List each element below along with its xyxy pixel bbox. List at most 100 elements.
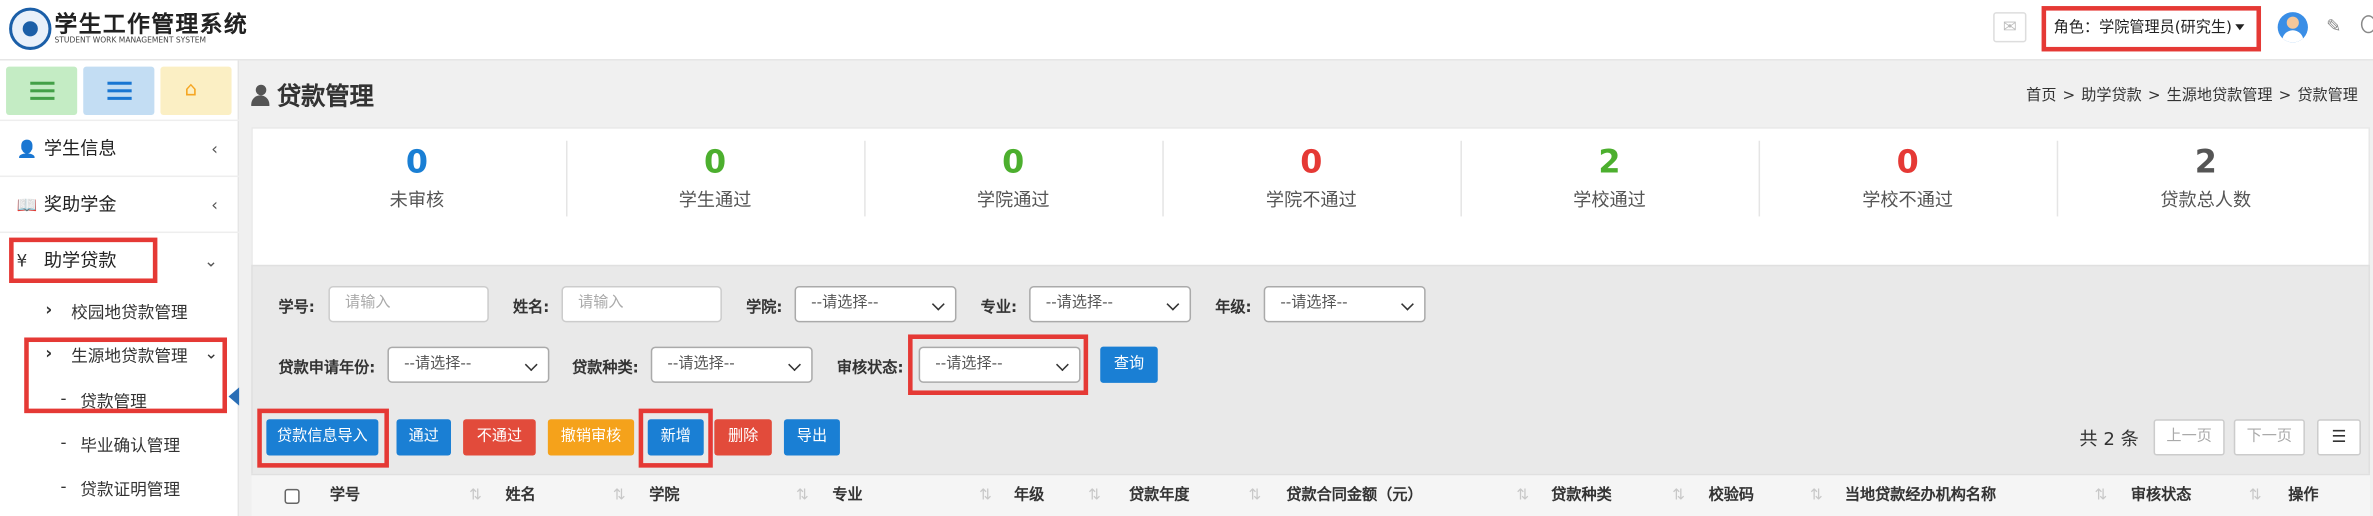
major-select[interactable]: --请选择-- [1029,286,1192,323]
sidebar-collapse-button[interactable] [6,66,78,116]
info-icon[interactable] [2360,15,2373,34]
stat-total[interactable]: 2 贷款总人数 [2057,138,2355,214]
college-label: 学院: [746,299,783,317]
loan-year-label: 贷款申请年份: [278,360,376,377]
sidebar-list-button[interactable] [83,66,155,116]
stat-label: 学生通过 [678,189,752,211]
sort-icon[interactable]: ⇅ [1672,488,1685,504]
grade-label: 年级: [1215,299,1252,317]
select-all-checkbox[interactable] [284,488,300,504]
active-indicator-icon [228,387,240,406]
col-loan-year[interactable]: 贷款年度 [1129,475,1190,516]
pass-button[interactable]: 通过 [396,419,451,456]
user-avatar[interactable] [2277,12,2308,43]
menu-label: 学生信息 [43,137,117,159]
sort-icon[interactable]: ⇅ [979,488,992,504]
sort-icon[interactable]: ⇅ [1249,488,1262,504]
breadcrumb-origin[interactable]: 生源地贷款管理 [2167,88,2273,105]
column-toggle-button[interactable]: ☰ [2317,419,2361,456]
highlight-box [24,337,228,414]
menu-student-info[interactable]: 👤 学生信息 ‹ [0,119,240,176]
status-label: 审核状态: [836,360,904,377]
top-bar: 学生工作管理系统 STUDENT WORK MANAGEMENT SYSTEM … [0,0,2373,61]
loan-year-select[interactable]: --请选择-- [387,346,550,383]
col-student-id[interactable]: 学号 [330,475,360,516]
list-icon [107,81,132,100]
name-label: 姓名: [513,299,550,317]
sidebar: ⌂ 👤 学生信息 ‹ 📖 奖助学金 ‹ ¥ 助学贷款 ⌄ › 校园地贷款管理 ›… [0,60,240,516]
export-button[interactable]: 导出 [783,419,840,456]
dash-icon: - [60,476,67,497]
stat-value: 0 [405,143,429,181]
mail-icon[interactable]: ✉ [1993,12,2027,43]
sort-icon[interactable]: ⇅ [613,488,626,504]
menu-label: 奖助学金 [43,193,117,215]
name-input[interactable]: 请输入 [561,286,722,323]
sort-icon[interactable]: ⇅ [796,488,809,504]
loan-type-select[interactable]: --请选择-- [650,346,813,383]
stat-school-reject[interactable]: 0 学校不通过 [1759,138,2057,214]
app-root: 学生工作管理系统 STUDENT WORK MANAGEMENT SYSTEM … [0,0,2373,516]
sort-icon[interactable]: ⇅ [2095,488,2108,504]
highlight-box [908,334,1089,395]
system-title: 学生工作管理系统 [54,10,249,38]
home-button[interactable]: ⌂ [160,66,232,116]
sort-icon[interactable]: ⇅ [469,488,482,504]
college-select[interactable]: --请选择-- [794,286,957,323]
chevron-down-icon: ⌄ [203,251,218,271]
col-amount[interactable]: 贷款合同金额（元） [1286,475,1422,516]
breadcrumb: 首页 > 助学贷款 > 生源地贷款管理 > 贷款管理 [2026,87,2358,105]
breadcrumb-loan[interactable]: 助学贷款 [2081,88,2142,105]
sort-icon[interactable]: ⇅ [1810,488,1823,504]
col-name[interactable]: 姓名 [505,475,535,516]
menu-label: 贷款证明管理 [80,479,181,500]
breadcrumb-current: 贷款管理 [2297,87,2358,105]
student-id-label: 学号: [278,299,315,317]
highlight-box [9,237,158,284]
col-status[interactable]: 审核状态 [2131,475,2192,516]
col-actions: 操作 [2288,487,2319,504]
highlight-box [257,408,389,468]
sort-icon[interactable]: ⇅ [1516,488,1529,504]
menu-scholarship[interactable]: 📖 奖助学金 ‹ [0,175,240,232]
col-verify-code[interactable]: 校验码 [1709,475,1754,516]
caret-down-icon [2235,24,2245,31]
grade-select[interactable]: --请选择-- [1263,286,1426,323]
stat-student-pass[interactable]: 0 学生通过 [566,138,864,214]
sort-icon[interactable]: ⇅ [2249,488,2262,504]
stat-college-reject[interactable]: 0 学院不通过 [1162,138,1460,214]
stat-value: 0 [704,143,727,181]
role-label: 角色：学院管理员(研究生) [2053,19,2232,37]
delete-button[interactable]: 删除 [714,419,772,456]
col-agency[interactable]: 当地贷款经办机构名称 [1845,475,1996,516]
magic-wand-icon[interactable]: ✎ [2326,15,2341,36]
stat-label: 学校通过 [1573,189,1646,211]
revoke-button[interactable]: 撤销审核 [547,419,635,456]
student-id-input[interactable]: 请输入 [328,286,489,323]
stat-pending[interactable]: 0 未审核 [268,138,566,214]
col-college[interactable]: 学院 [649,475,679,516]
school-logo-icon [9,7,52,50]
list-icon: ☰ [2331,426,2347,447]
col-major[interactable]: 专业 [832,475,862,516]
reject-button[interactable]: 不通过 [463,419,536,456]
chevron-left-icon: ‹ [211,139,218,159]
stat-school-pass[interactable]: 2 学校通过 [1460,138,1758,214]
next-page-button[interactable]: 下一页 [2233,419,2305,456]
role-switcher[interactable]: 角色：学院管理员(研究生) [2041,6,2262,52]
user-icon: 👤 [16,139,38,159]
col-grade[interactable]: 年级 [1014,475,1044,516]
stat-college-pass[interactable]: 0 学院通过 [864,138,1162,214]
col-loan-type[interactable]: 贷款种类 [1551,475,1612,516]
query-button[interactable]: 查询 [1100,346,1158,383]
chevron-right-icon: › [45,299,53,320]
menu-label: 毕业确认管理 [80,435,181,456]
highlight-box [638,408,713,468]
prev-page-button[interactable]: 上一页 [2153,419,2225,456]
stat-label: 学院不通过 [1265,189,1357,211]
book-icon: 📖 [16,195,38,215]
sort-icon[interactable]: ⇅ [1088,488,1101,504]
stat-value: 2 [1598,143,1621,181]
loan-type-label: 贷款种类: [572,360,639,377]
breadcrumb-home[interactable]: 首页 [2026,88,2056,105]
